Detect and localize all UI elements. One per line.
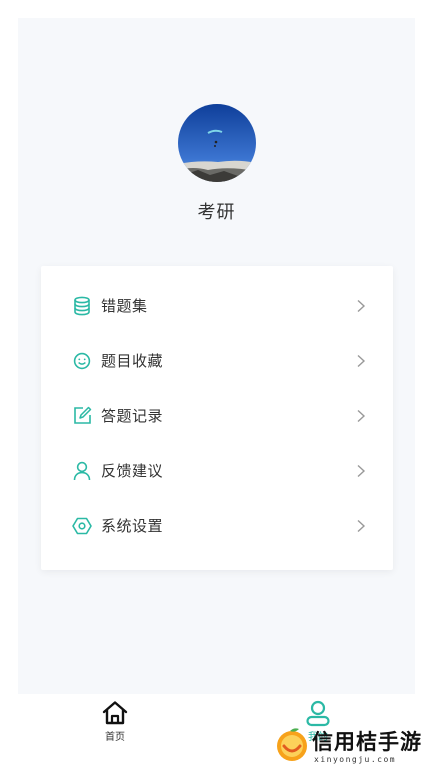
avatar[interactable] — [177, 104, 256, 182]
tab-home[interactable]: 首页 — [55, 694, 175, 750]
chevron-right-icon — [357, 299, 366, 312]
chevron-right-icon — [357, 464, 366, 477]
menu-item-label: 反馈建议 — [101, 462, 164, 480]
smile-icon — [72, 351, 92, 371]
menu-item-label: 系统设置 — [101, 517, 164, 535]
edit-icon — [72, 406, 92, 426]
app-screen: 考研 错题集 题目收藏 答题记录 反馈建议 系统设置 首页 我的 — [18, 18, 415, 750]
home-icon — [55, 700, 175, 728]
menu-item-label: 答题记录 — [101, 407, 164, 425]
chevron-right-icon — [357, 409, 366, 422]
menu-item-wrong-questions[interactable]: 错题集 — [41, 278, 393, 333]
orange-logo-icon — [277, 728, 307, 761]
tab-home-label: 首页 — [105, 732, 125, 743]
menu-item-label: 错题集 — [101, 297, 148, 315]
avatar-image — [177, 104, 256, 182]
menu-item-settings[interactable]: 系统设置 — [41, 498, 393, 553]
profile-header: 考研 — [18, 104, 415, 224]
menu-card: 错题集 题目收藏 答题记录 反馈建议 系统设置 — [41, 266, 393, 570]
watermark-url: xinyongju.com — [314, 755, 397, 764]
menu-item-favorites[interactable]: 题目收藏 — [41, 333, 393, 388]
settings-icon — [72, 516, 92, 536]
chevron-right-icon — [357, 519, 366, 532]
menu-item-label: 题目收藏 — [101, 352, 164, 370]
chevron-right-icon — [357, 354, 366, 367]
user-icon — [72, 461, 92, 481]
menu-item-answer-records[interactable]: 答题记录 — [41, 388, 393, 443]
database-icon — [72, 296, 92, 316]
watermark: 信用桔手游 xinyongju.com — [274, 724, 432, 768]
watermark-title: 信用桔手游 — [312, 730, 422, 754]
menu-item-feedback[interactable]: 反馈建议 — [41, 443, 393, 498]
username: 考研 — [197, 202, 236, 223]
